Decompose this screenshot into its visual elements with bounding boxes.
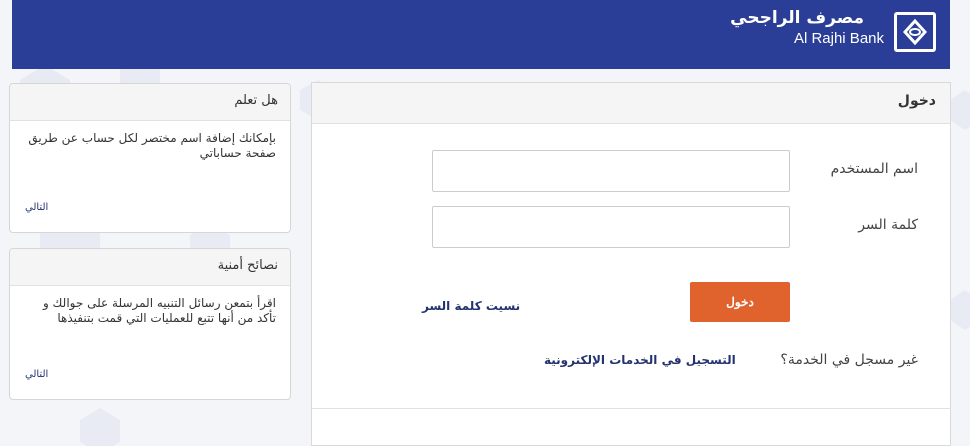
did-you-know-title: هل تعلم xyxy=(10,84,290,121)
register-link[interactable]: التسجيل في الخدمات الإلكترونية xyxy=(544,353,736,367)
forgot-password-link[interactable]: نسيت كلمة السر xyxy=(422,299,520,313)
security-tips-title: نصائح أمنية xyxy=(10,249,290,286)
security-tips-body: اقرأ بتمعن رسائل التنبيه المرسلة على جوا… xyxy=(42,296,276,325)
security-tips-card: نصائح أمنية اقرأ بتمعن رسائل التنبيه الم… xyxy=(9,248,291,400)
username-input[interactable] xyxy=(432,150,790,192)
password-label: كلمة السر xyxy=(858,217,918,233)
security-tips-next-link[interactable]: التالي xyxy=(25,369,48,380)
username-label: اسم المستخدم xyxy=(830,161,918,177)
bank-name-en: Al Rajhi Bank xyxy=(793,30,884,47)
bank-name-ar: مصرف الراجحي xyxy=(730,8,864,28)
not-registered-text: غير مسجل في الخدمة؟ xyxy=(780,352,918,368)
divider xyxy=(312,408,950,409)
login-panel: دخول اسم المستخدم كلمة السر دخول نسيت كل… xyxy=(311,82,951,446)
did-you-know-card: هل تعلم بإمكانك إضافة اسم مختصر لكل حساب… xyxy=(9,83,291,233)
password-input[interactable] xyxy=(432,206,790,248)
login-button[interactable]: دخول xyxy=(690,282,790,322)
top-banner: مصرف الراجحي Al Rajhi Bank xyxy=(12,0,950,69)
did-you-know-next-link[interactable]: التالي xyxy=(25,202,48,213)
bank-logo-icon[interactable] xyxy=(894,12,936,52)
did-you-know-body: بإمكانك إضافة اسم مختصر لكل حساب عن طريق… xyxy=(28,131,276,160)
login-title: دخول xyxy=(312,83,950,124)
